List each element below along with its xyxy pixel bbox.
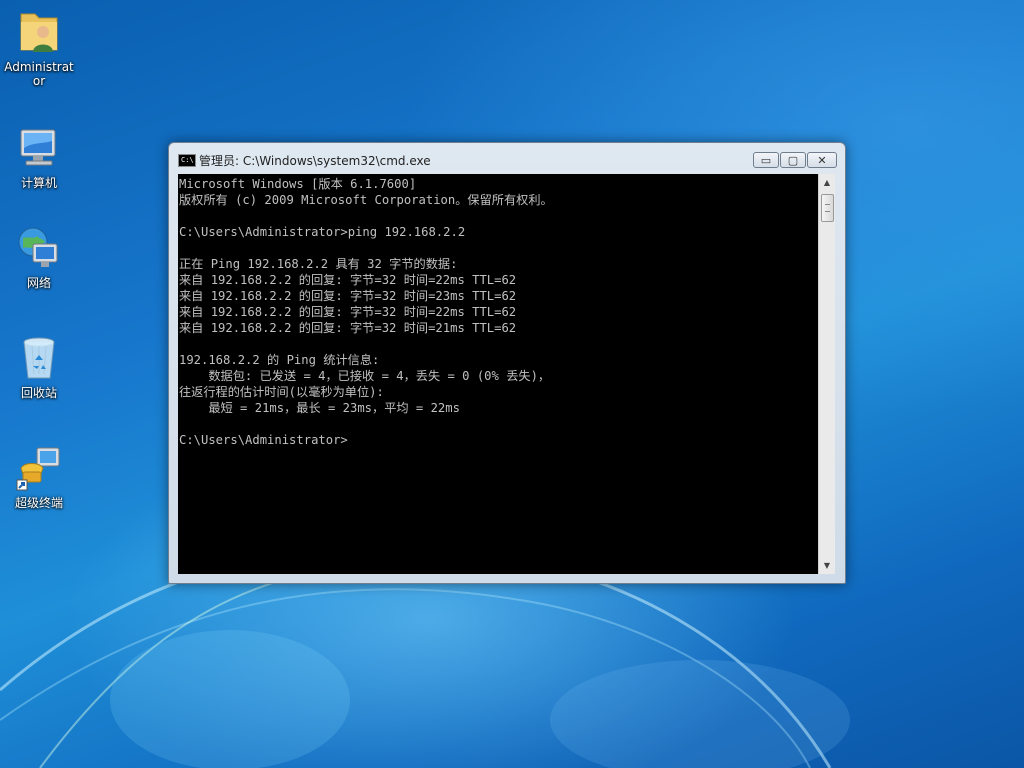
vertical-scrollbar[interactable]: ▲ ▼ — [818, 174, 835, 574]
console-line: 来自 192.168.2.2 的回复: 字节=32 时间=23ms TTL=62 — [179, 289, 517, 303]
scroll-up-icon[interactable]: ▲ — [819, 174, 835, 191]
console-line: 正在 Ping 192.168.2.2 具有 32 字节的数据: — [179, 257, 458, 271]
minimize-button[interactable]: ▭ — [753, 152, 779, 168]
desktop-icon-hyperterminal[interactable]: 超级终端 — [0, 444, 78, 510]
hyperterminal-shortcut-icon — [16, 447, 60, 491]
close-icon: ✕ — [817, 153, 827, 167]
console-line: C:\Users\Administrator> — [179, 433, 348, 447]
computer-icon — [20, 129, 56, 166]
console-line: 来自 192.168.2.2 的回复: 字节=32 时间=22ms TTL=62 — [179, 305, 517, 319]
desktop-icon-recycle-bin[interactable]: 回收站 — [0, 334, 78, 400]
window-title: 管理员: C:\Windows\system32\cmd.exe — [199, 154, 431, 168]
network-icon — [18, 227, 58, 267]
console-text: Microsoft Windows [版本 6.1.7600] 版权所有 (c)… — [178, 174, 818, 448]
scrollbar-thumb[interactable] — [821, 194, 834, 222]
desktop-icon-computer[interactable]: 计算机 — [0, 124, 78, 190]
desktop-icon-label: Administrator — [4, 60, 74, 88]
console-line: 往返行程的估计时间(以毫秒为单位): — [179, 385, 384, 399]
console-output[interactable]: Microsoft Windows [版本 6.1.7600] 版权所有 (c)… — [178, 174, 818, 574]
console-line: C:\Users\Administrator>ping 192.168.2.2 — [179, 225, 466, 239]
maximize-icon: ▢ — [787, 153, 799, 167]
desktop-icon-administrator[interactable]: Administrator — [0, 8, 78, 88]
console-line: 最短 = 21ms，最长 = 23ms，平均 = 22ms — [179, 401, 460, 415]
cmd-window: C:\ 管理员: C:\Windows\system32\cmd.exe ▭ ▢… — [168, 142, 846, 584]
console-line: 来自 192.168.2.2 的回复: 字节=32 时间=21ms TTL=62 — [179, 321, 517, 335]
desktop-icon-label: 超级终端 — [14, 496, 63, 510]
recycle-bin-icon — [23, 337, 55, 379]
desktop-icon-label: 计算机 — [20, 176, 57, 190]
console-line: 192.168.2.2 的 Ping 统计信息: — [179, 353, 380, 367]
console-line: 来自 192.168.2.2 的回复: 字节=32 时间=22ms TTL=62 — [179, 273, 517, 287]
user-folder-icon — [20, 13, 58, 52]
console-line: Microsoft Windows [版本 6.1.7600] — [179, 177, 417, 191]
console-line: 版权所有 (c) 2009 Microsoft Corporation。保留所有… — [179, 193, 553, 207]
close-button[interactable]: ✕ — [807, 152, 837, 168]
console-line: 数据包: 已发送 = 4，已接收 = 4，丢失 = 0 (0% 丢失)， — [179, 369, 551, 383]
window-titlebar[interactable]: C:\ 管理员: C:\Windows\system32\cmd.exe ▭ ▢… — [169, 143, 845, 173]
scroll-down-icon[interactable]: ▼ — [819, 557, 835, 574]
desktop-icon-network[interactable]: 网络 — [0, 224, 78, 290]
maximize-button[interactable]: ▢ — [780, 152, 806, 168]
cmd-app-icon: C:\ — [178, 154, 196, 167]
minimize-icon: ▭ — [760, 153, 772, 167]
desktop-icon-label: 网络 — [26, 276, 51, 290]
desktop-icon-label: 回收站 — [20, 386, 57, 400]
window-controls: ▭ ▢ ✕ — [752, 152, 837, 168]
